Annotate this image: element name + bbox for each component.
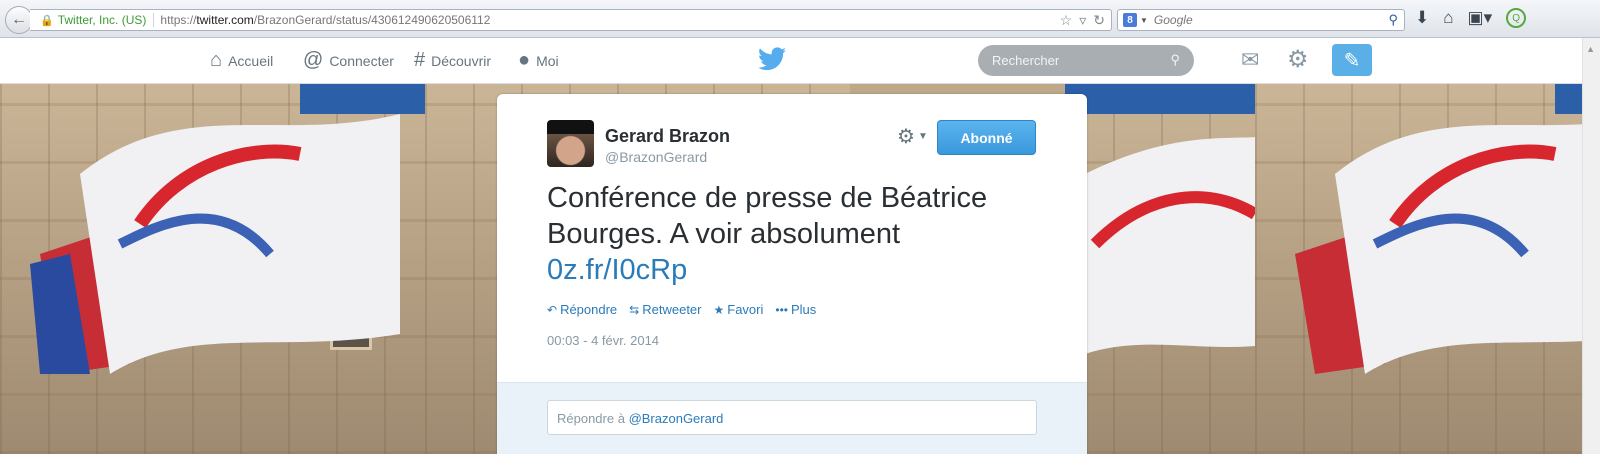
twitter-topbar: ⌂ Accueil @ Connecter # Découvrir ● Moi … xyxy=(0,38,1600,84)
download-icon[interactable]: ⬇ xyxy=(1415,8,1429,28)
hashtag-icon: # xyxy=(414,49,426,71)
google-icon[interactable]: 8 xyxy=(1123,13,1137,27)
url-text[interactable]: https://twitter.com/BrazonGerard/status/… xyxy=(160,13,490,27)
nav-discover-label: Découvrir xyxy=(431,52,492,69)
tweet-actions: ↶ Répondre ⇆ Retweeter ★ Favori ••• Plus xyxy=(547,302,816,317)
twitter-bird-icon[interactable] xyxy=(758,47,786,71)
gear-icon: ⚙ xyxy=(897,126,915,148)
messages-envelope-icon[interactable]: ✉ xyxy=(1241,47,1259,73)
reply-section: Répondre à @BrazonGerard xyxy=(497,382,1087,454)
user-actions-menu[interactable]: ⚙ ▼ xyxy=(897,124,928,149)
lock-icon: 🔒 xyxy=(40,14,54,27)
nav-discover[interactable]: # Découvrir xyxy=(414,49,491,72)
nav-home-label: Accueil xyxy=(228,52,274,69)
favorite-action[interactable]: ★ Favori xyxy=(713,302,763,317)
browser-toolbar: ← 🔒 Twitter, Inc. (US) https://twitter.c… xyxy=(0,0,1600,38)
reply-arrow-icon: ↶ xyxy=(547,302,558,317)
browser-search-box[interactable]: 8 ▼ Google ⚲ xyxy=(1117,9,1405,31)
nav-connect[interactable]: @ Connecter xyxy=(303,49,394,72)
nav-me-label: Moi xyxy=(536,52,559,69)
site-identity[interactable]: Twitter, Inc. (US) xyxy=(58,13,155,27)
extensions-icon[interactable]: ▣▾ xyxy=(1468,8,1493,28)
at-sign-icon: @ xyxy=(303,49,324,71)
tweet-timestamp[interactable]: 00:03 - 4 févr. 2014 xyxy=(547,333,659,348)
star-icon: ★ xyxy=(713,302,725,317)
settings-gear-icon[interactable]: ⚙ xyxy=(1287,45,1309,74)
address-bar[interactable]: 🔒 Twitter, Inc. (US) https://twitter.com… xyxy=(30,9,1112,31)
user-icon: ● xyxy=(518,49,531,71)
search-icon[interactable]: ⚲ xyxy=(1170,52,1180,68)
addon-icon[interactable]: Q xyxy=(1506,8,1527,28)
dropdown-arrow-icon[interactable]: ▿ xyxy=(1079,12,1086,29)
twitter-search-input[interactable]: Rechercher ⚲ xyxy=(978,45,1194,76)
nav-home[interactable]: ⌂ Accueil xyxy=(210,49,273,72)
scroll-up-icon[interactable]: ▲ xyxy=(1586,44,1595,54)
author-name[interactable]: Gerard Brazon xyxy=(605,126,730,147)
background-flag-image xyxy=(0,84,425,454)
back-arrow-icon[interactable]: ← xyxy=(5,6,33,34)
tweet-text: Conférence de presse de Béatrice Bourges… xyxy=(547,182,988,286)
search-icon[interactable]: ⚲ xyxy=(1388,12,1398,28)
ellipsis-icon: ••• xyxy=(775,302,788,317)
tweet-link[interactable]: 0z.fr/I0cRp xyxy=(547,254,687,286)
reply-action[interactable]: ↶ Répondre xyxy=(547,302,617,317)
bookmark-star-icon[interactable]: ☆ xyxy=(1060,12,1073,29)
author-handle[interactable]: @BrazonGerard xyxy=(605,149,707,165)
home-icon: ⌂ xyxy=(210,49,223,71)
follow-button[interactable]: Abonné xyxy=(937,120,1036,155)
chevron-down-icon: ▼ xyxy=(917,131,928,142)
nav-connect-label: Connecter xyxy=(329,52,394,69)
chevron-down-icon[interactable]: ▼ xyxy=(1140,16,1148,25)
tweet-card: Gerard Brazon @BrazonGerard ⚙ ▼ Abonné C… xyxy=(497,94,1087,454)
compose-tweet-button[interactable]: ✎ xyxy=(1332,44,1372,76)
page-scrollbar[interactable] xyxy=(1582,38,1600,454)
twitter-search-placeholder: Rechercher xyxy=(992,53,1060,68)
nav-me[interactable]: ● Moi xyxy=(518,49,559,72)
home-icon[interactable]: ⌂ xyxy=(1443,8,1453,28)
retweet-icon: ⇆ xyxy=(629,302,640,317)
search-placeholder[interactable]: Google xyxy=(1154,13,1193,27)
more-action[interactable]: ••• Plus xyxy=(775,302,816,317)
reload-icon[interactable]: ↻ xyxy=(1093,12,1105,29)
avatar[interactable] xyxy=(547,120,594,167)
reply-input[interactable]: Répondre à @BrazonGerard xyxy=(547,400,1037,435)
background-flag-image xyxy=(1255,84,1600,454)
retweet-action[interactable]: ⇆ Retweeter xyxy=(629,302,701,317)
